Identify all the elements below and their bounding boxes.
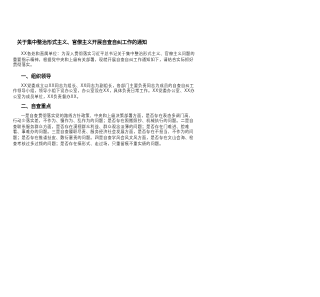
document-page: 关于集中整治形式主义、官僚主义开展自查自纠工作的通知 XX各处和直属单位：为深入…: [0, 0, 210, 297]
document-title: 关于集中整治形式主义、官僚主义开展自查自纠工作的通知: [17, 40, 148, 46]
section-body-self-check: 一是自查贯彻落实党的路线方针政策、中央和上级决策部署方面，是否存在表态多调门高、…: [13, 112, 194, 146]
intro-paragraph: XX各处和直属单位：为深入贯彻落实习近平总书记关于集中整治形式主义、官僚主义问题…: [13, 51, 195, 68]
section-body-organization: XX党委成立以XX同志为组长、XX同志为副组长，各部门主要负责同志为成员的自查自…: [13, 82, 195, 99]
section-heading-organization: 一、组织领导: [21, 73, 52, 80]
section-heading-self-check: 二、自查重点: [21, 103, 52, 110]
